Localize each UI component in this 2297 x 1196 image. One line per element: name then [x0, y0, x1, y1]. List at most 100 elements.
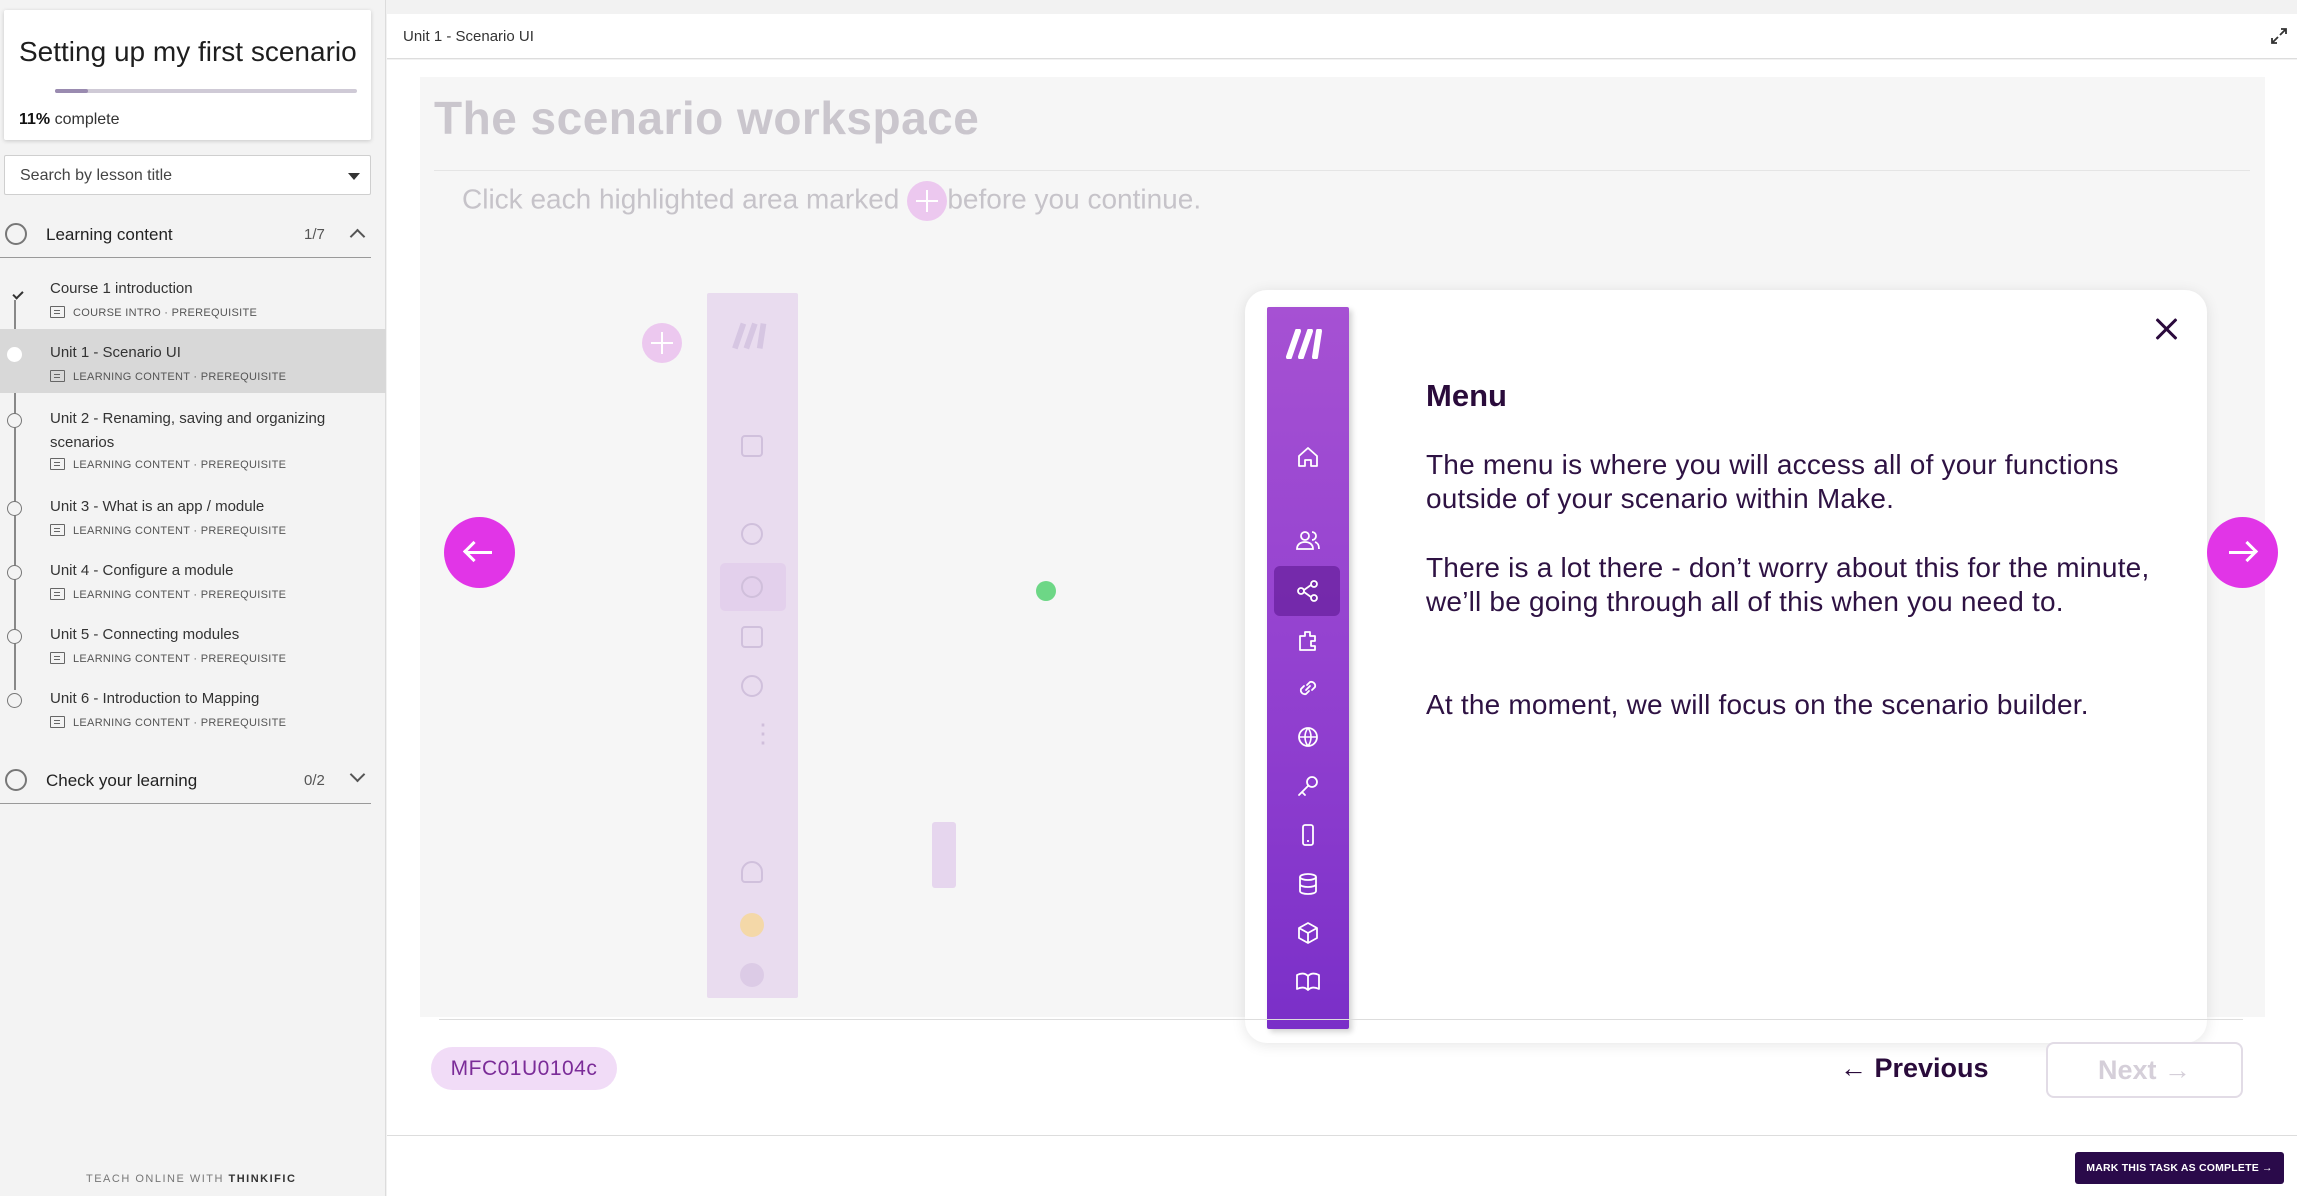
cursor-indicator — [1036, 581, 1056, 601]
slide-next-button[interactable] — [2207, 517, 2278, 588]
chapter-check-your-learning[interactable]: Check your learning 0/2 — [0, 754, 371, 804]
lesson-tag: PREREQUISITE — [200, 525, 287, 537]
course-sidebar: Setting up my first scenario 11% complet… — [0, 0, 386, 1196]
mark-complete-button[interactable]: MARK THIS TASK AS COMPLETE → — [2075, 1152, 2284, 1184]
home-icon[interactable] — [1294, 443, 1322, 471]
lesson-tag: PREREQUISITE — [200, 717, 287, 729]
lesson-search-placeholder: Search by lesson title — [20, 167, 173, 184]
arrow-right-icon — [2236, 540, 2259, 563]
home-icon — [741, 435, 763, 457]
modal-paragraph: There is a lot there - don’t worry about… — [1426, 552, 2150, 617]
lesson-item[interactable]: Course 1 introduction COURSE INTRO · PRER… — [0, 265, 386, 329]
lesson-search-dropdown[interactable]: Search by lesson title — [4, 155, 371, 195]
more-icon: ⋮ — [750, 718, 776, 748]
chevron-up-icon[interactable] — [349, 228, 366, 245]
lesson-type: LEARNING CONTENT — [73, 525, 191, 537]
plus-marker-icon[interactable] — [642, 323, 682, 363]
lesson-item[interactable]: Unit 6 - Introduction to Mapping LEARNING… — [0, 675, 386, 739]
info-modal: Menu The menu is where you will access a… — [1245, 290, 2207, 1043]
lesson-item[interactable]: Unit 4 - Configure a module LEARNING CONT… — [0, 547, 386, 611]
lesson-title: Unit 4 - Configure a module — [50, 562, 234, 579]
chapter-count: 0/2 — [304, 772, 325, 789]
lesson-type-icon — [50, 588, 65, 600]
lesson-type-icon — [50, 652, 65, 664]
lesson-title: Unit 6 - Introduction to Mapping — [50, 690, 260, 707]
docs-icon[interactable] — [1294, 968, 1322, 996]
lesson-type: LEARNING CONTENT — [73, 717, 191, 729]
chapter-title: Learning content — [46, 225, 173, 244]
chapter-progress-circle-icon — [5, 769, 27, 791]
course-progress-bar — [55, 89, 357, 93]
lesson-topbar: Unit 1 - Scenario UI — [387, 14, 2297, 59]
team-icon[interactable] — [1294, 526, 1322, 554]
lesson-status-circle-icon — [7, 565, 22, 580]
lesson-footer: MARK THIS TASK AS COMPLETE → — [387, 1135, 2297, 1196]
lesson-content: The scenario workspace Click each highli… — [387, 60, 2297, 1135]
thinkific-brand: THINKIFIC — [228, 1173, 297, 1185]
interactive-slide: The scenario workspace Click each highli… — [420, 77, 2278, 1043]
instruction-text: Click each highlighted area marked — [462, 183, 900, 215]
slide-instruction: Click each highlighted area marked before… — [462, 181, 1201, 221]
lesson-meta: LEARNING CONTENT · PREREQUISITE — [50, 588, 286, 601]
templates-icon[interactable] — [1294, 626, 1322, 654]
lesson-meta: LEARNING CONTENT · PREREQUISITE — [50, 458, 286, 471]
course-header-card: Setting up my first scenario 11% complet… — [4, 10, 371, 140]
lesson-title: Unit 5 - Connecting modules — [50, 626, 240, 643]
lesson-meta: COURSE INTRO · PREREQUISITE — [50, 306, 257, 319]
lesson-type-icon — [50, 524, 65, 536]
previous-button[interactable]: ← Previous — [1840, 1053, 1989, 1084]
lesson-type: LEARNING CONTENT — [73, 653, 191, 665]
close-icon[interactable] — [2151, 314, 2181, 344]
lesson-item[interactable]: Unit 1 - Scenario UI LEARNING CONTENT · P… — [0, 329, 386, 393]
instruction-text-end: before you continue. — [947, 183, 1202, 215]
lesson-meta: LEARNING CONTENT · PREREQUISITE — [50, 370, 286, 383]
avatar — [740, 963, 764, 987]
meta-separator: · — [190, 525, 201, 537]
divider — [434, 170, 2250, 171]
meta-separator: · — [190, 717, 201, 729]
chapter-learning-content[interactable]: Learning content 1/7 — [0, 208, 371, 258]
lesson-status-circle-icon — [7, 629, 22, 644]
lesson-type: LEARNING CONTENT — [73, 589, 191, 601]
data-structures-icon[interactable] — [1294, 919, 1322, 947]
lesson-title: Unit 2 - Renaming, saving and organizing… — [50, 410, 326, 451]
webhooks-icon[interactable] — [1294, 723, 1322, 751]
data-stores-icon[interactable] — [1294, 870, 1322, 898]
lesson-complete-icon — [7, 283, 24, 300]
next-button[interactable]: Next → — [2046, 1042, 2243, 1098]
check-icon — [12, 288, 24, 300]
lesson-tag: PREREQUISITE — [171, 307, 258, 319]
lesson-meta: LEARNING CONTENT · PREREQUISITE — [50, 716, 286, 729]
meta-separator: · — [190, 459, 201, 471]
connections-icon[interactable] — [1294, 674, 1322, 702]
expand-icon[interactable] — [2269, 26, 2289, 46]
lesson-status-circle-icon — [7, 501, 22, 516]
divider — [439, 1019, 2243, 1020]
devices-icon[interactable] — [1294, 821, 1322, 849]
modal-heading: Menu — [1426, 378, 1507, 413]
chevron-down-icon[interactable] — [349, 766, 366, 783]
lesson-tag: PREREQUISITE — [200, 371, 287, 383]
lesson-title: Unit 1 - Scenario UI — [403, 28, 534, 45]
scenarios-icon — [741, 576, 763, 598]
help-icon — [740, 913, 764, 937]
lesson-title: Unit 1 - Scenario UI — [50, 344, 181, 361]
scenarios-icon[interactable] — [1294, 577, 1322, 605]
thinkific-credit[interactable]: TEACH ONLINE WITH THINKIFIC — [86, 1173, 296, 1185]
lesson-item[interactable]: Unit 3 - What is an app / module LEARNING… — [0, 483, 386, 547]
lesson-status-circle-icon — [7, 347, 22, 362]
caret-down-icon — [348, 173, 360, 180]
progress-text: 11% complete — [19, 111, 120, 129]
lesson-type-icon — [50, 458, 65, 470]
lesson-tag: PREREQUISITE — [200, 653, 287, 665]
lesson-code-badge: MFC01U0104c — [431, 1047, 617, 1090]
keys-icon[interactable] — [1294, 772, 1322, 800]
arrow-left-icon — [462, 540, 485, 563]
modal-paragraph: At the moment, we will focus on the scen… — [1426, 689, 2089, 720]
lesson-item[interactable]: Unit 2 - Renaming, saving and organizing… — [0, 395, 386, 481]
course-title: Setting up my first scenario — [19, 36, 357, 67]
templates-icon — [741, 626, 763, 648]
slide-prev-button[interactable] — [444, 517, 515, 588]
credit-prefix: TEACH ONLINE WITH — [86, 1173, 229, 1185]
lesson-item[interactable]: Unit 5 - Connecting modules LEARNING CONT… — [0, 611, 386, 675]
